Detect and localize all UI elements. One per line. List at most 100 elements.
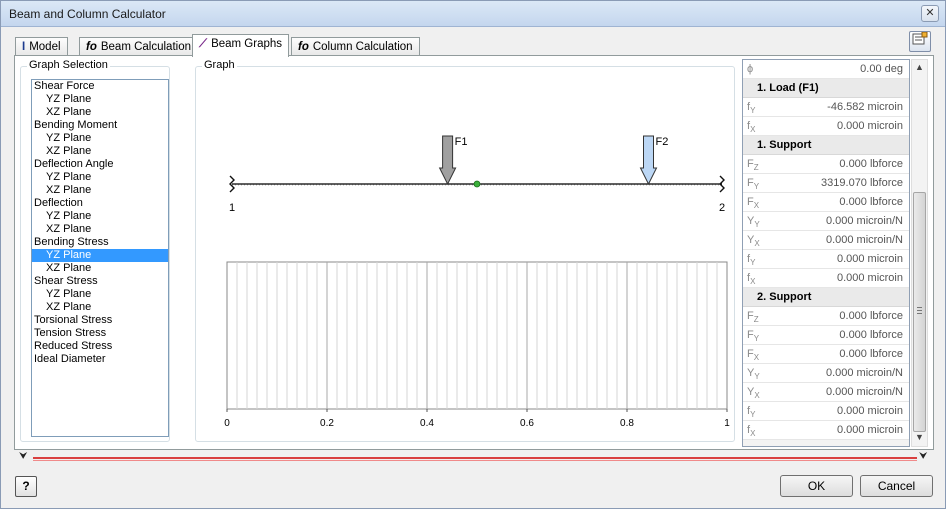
scroll-thumb[interactable] [913, 192, 926, 432]
property-row: fY 0.000 microin [743, 250, 909, 269]
title-bar: Beam and Column Calculator ✕ [1, 1, 945, 27]
scroll-up-arrow[interactable]: ▲ [912, 60, 927, 75]
property-group-header[interactable]: 1. Load (F1) [743, 79, 909, 98]
property-symbol: YX [747, 234, 760, 249]
property-row: FZ 0.000 lbforce [743, 307, 909, 326]
property-symbol: fY [747, 405, 756, 420]
list-item[interactable]: Bending Stress [32, 236, 168, 249]
property-row: fX 0.000 microin [743, 421, 909, 440]
property-symbol: FZ [747, 310, 759, 325]
list-item[interactable]: XZ Plane [32, 106, 168, 119]
property-row: YX 0.000 microin/N [743, 231, 909, 250]
property-row: FY 3319.070 lbforce [743, 174, 909, 193]
list-item[interactable]: Deflection [32, 197, 168, 210]
calculator-window: Beam and Column Calculator ✕ I Model fo Be… [0, 0, 946, 509]
tab-beam-calculation[interactable]: fo Beam Calculation [79, 37, 198, 57]
property-value: 0.000 lbforce [839, 158, 903, 170]
property-value: 0.000 microin [836, 272, 903, 284]
list-item[interactable]: Bending Moment [32, 119, 168, 132]
property-symbol: YY [747, 367, 760, 382]
help-button[interactable]: ? [15, 476, 37, 497]
graph-canvas: 1 2 F1 F2 0 0.2 0.4 0.6 0.8 1 [224, 135, 730, 429]
x-tick-label: 1 [724, 418, 730, 429]
ok-button[interactable]: OK [780, 475, 853, 497]
property-group-header[interactable]: 1. Support [743, 136, 909, 155]
load-arrow [438, 135, 457, 186]
property-value: 0.000 microin [836, 424, 903, 436]
tab-label: Beam Graphs [211, 38, 283, 50]
load-arrow [639, 135, 658, 186]
tab-label: Column Calculation [312, 41, 413, 53]
property-symbol: fX [747, 424, 756, 439]
midpoint-marker [473, 180, 481, 188]
expand-chevron-icon[interactable]: ⮟ [19, 452, 31, 464]
property-row: FZ 0.000 lbforce [743, 155, 909, 174]
list-item[interactable]: YZ Plane [32, 249, 168, 262]
property-row: fY 0.000 microin [743, 402, 909, 421]
tab-column-calculation[interactable]: fo Column Calculation [291, 37, 420, 57]
window-title: Beam and Column Calculator [9, 7, 166, 21]
property-value: 0.000 microin/N [825, 215, 903, 227]
beam-section-icon: I [22, 41, 26, 53]
list-item[interactable]: Shear Force [32, 80, 168, 93]
beam-graphs-panel: Graph Selection Shear Force YZ Plane XZ Pl… [14, 55, 934, 450]
list-item[interactable]: Ideal Diameter [32, 353, 168, 366]
list-item[interactable]: Shear Stress [32, 275, 168, 288]
property-value: 0.000 lbforce [839, 310, 903, 322]
property-value: 0.000 microin/N [825, 367, 903, 379]
cancel-button[interactable]: Cancel [860, 475, 933, 497]
property-group-header[interactable]: 2. Support [743, 288, 909, 307]
property-value: 3319.070 lbforce [821, 177, 903, 189]
tab-model[interactable]: I Model [15, 37, 68, 57]
property-value: 0.000 microin/N [825, 234, 903, 246]
list-item[interactable]: Deflection Angle [32, 158, 168, 171]
property-symbol: fX [747, 272, 756, 287]
graph-selection-label: Graph Selection [27, 59, 110, 71]
x-tick-label: 0.4 [420, 418, 434, 429]
list-item[interactable]: YZ Plane [32, 171, 168, 184]
load-label: F2 [656, 136, 669, 148]
list-item[interactable]: XZ Plane [32, 262, 168, 275]
property-symbol: fY [747, 253, 756, 268]
results-splitter[interactable]: ⮟ ⮟ [15, 452, 935, 466]
x-tick-label: 0.8 [620, 418, 634, 429]
property-symbol: FX [747, 196, 760, 211]
property-row: fX 0.000 microin [743, 117, 909, 136]
property-symbol: YX [747, 386, 760, 401]
property-row: YX 0.000 microin/N [743, 383, 909, 402]
property-row: FX 0.000 lbforce [743, 345, 909, 364]
property-symbol: ϕ [747, 63, 754, 75]
load-label: F1 [455, 136, 468, 148]
scroll-down-arrow[interactable]: ▼ [912, 430, 927, 445]
list-item[interactable]: Torsional Stress [32, 314, 168, 327]
property-value: 0.000 lbforce [839, 329, 903, 341]
property-row: FX 0.000 lbforce [743, 193, 909, 212]
list-item[interactable]: XZ Plane [32, 145, 168, 158]
properties-toggle-button[interactable] [909, 31, 931, 52]
list-item[interactable]: YZ Plane [32, 93, 168, 106]
list-item[interactable]: Tension Stress [32, 327, 168, 340]
property-symbol: FY [747, 329, 760, 344]
expand-chevron-icon[interactable]: ⮟ [919, 452, 931, 464]
properties-scrollbar[interactable]: ▲ ▼ [911, 59, 928, 447]
property-value: 0.000 microin [836, 405, 903, 417]
property-symbol: FY [747, 177, 760, 192]
tab-label: Model [29, 41, 61, 53]
property-row: fX 0.000 microin [743, 269, 909, 288]
properties-panel: ϕ 0.00 deg 1. Load (F1) fY -46.582 microin fX… [742, 59, 910, 447]
list-item[interactable]: XZ Plane [32, 184, 168, 197]
function-icon: fo [298, 41, 309, 53]
properties-icon [912, 31, 928, 45]
list-item[interactable]: YZ Plane [32, 132, 168, 145]
list-item[interactable]: XZ Plane [32, 301, 168, 314]
graph-selection-list[interactable]: Shear Force YZ Plane XZ Plane Bending Momen… [31, 79, 169, 437]
property-symbol: fX [747, 120, 756, 135]
close-button[interactable]: ✕ [921, 5, 939, 22]
list-item[interactable]: YZ Plane [32, 210, 168, 223]
list-item[interactable]: Reduced Stress [32, 340, 168, 353]
property-value: 0.00 deg [860, 63, 903, 75]
list-item[interactable]: YZ Plane [32, 288, 168, 301]
tab-beam-graphs[interactable]: ⟋ Beam Graphs [192, 34, 290, 57]
property-row: ϕ 0.00 deg [743, 60, 909, 79]
list-item[interactable]: XZ Plane [32, 223, 168, 236]
